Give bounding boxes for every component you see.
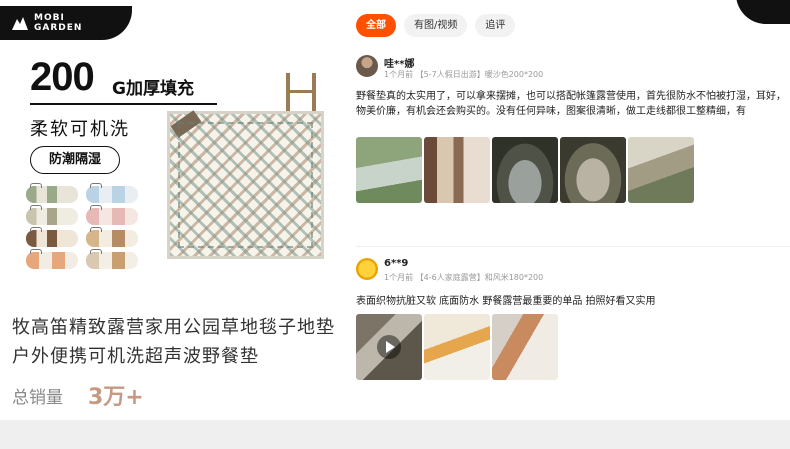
filter-all[interactable]: 全部 xyxy=(356,14,396,37)
feature-washable: 柔软可机洗 xyxy=(30,119,130,140)
color-swatches xyxy=(26,183,138,269)
play-icon[interactable] xyxy=(377,335,401,359)
filter-follow-up[interactable]: 追评 xyxy=(475,14,516,37)
swatch-beige xyxy=(86,249,138,269)
brand-line-2: GARDEN xyxy=(34,23,83,33)
review-photo[interactable] xyxy=(356,137,422,203)
review-meta: 1个月前 【4-6人家庭露营】和风米180*200 xyxy=(384,273,544,282)
brand-logo: MOBI GARDEN xyxy=(0,6,132,40)
hero-number: 200 xyxy=(30,55,95,99)
feature-badge: 防潮隔湿 xyxy=(30,146,120,174)
sales-value: 3万+ xyxy=(88,385,144,410)
hero-unit: G加厚填充 xyxy=(112,79,194,99)
hero-divider xyxy=(30,103,217,105)
review-photos xyxy=(356,137,694,203)
swatch-sand xyxy=(86,227,138,247)
review-username: 6**9 xyxy=(384,258,409,269)
swatch-green xyxy=(26,183,78,203)
mountain-icon xyxy=(12,17,28,30)
review-video[interactable] xyxy=(356,314,422,380)
product-title[interactable]: 牧高笛精致露营家用公园草地毯子地垫户外便携可机洗超声波野餐垫 xyxy=(12,313,342,371)
swatch-olive xyxy=(26,205,78,225)
product-image-mat xyxy=(167,110,324,259)
brand-line-1: MOBI xyxy=(34,13,65,23)
review-text: 表面织物抗脏又软 底面防水 野餐露营最重要的单品 拍照好看又实用 xyxy=(356,296,656,307)
mat-handle xyxy=(286,73,316,113)
swatch-orange xyxy=(26,249,78,269)
review-username: 哇**娜 xyxy=(384,59,415,70)
swatch-brown xyxy=(26,227,78,247)
product-panel: MOBI GARDEN 200 G加厚填充 柔软可机洗 防潮隔湿 牧高笛精致露营… xyxy=(0,0,346,420)
review-photo[interactable] xyxy=(628,137,694,203)
review-photos xyxy=(356,314,558,380)
reviews-panel: 全部 有图/视频 追评 哇**娜 1个月前 【5-7人假日出游】暖沙色200*2… xyxy=(346,0,790,420)
mat-tag xyxy=(170,110,202,138)
review-photo[interactable] xyxy=(424,137,490,203)
filter-with-media[interactable]: 有图/视频 xyxy=(404,14,468,37)
review-item: 哇**娜 1个月前 【5-7人假日出游】暖沙色200*200 野餐垫真的太实用了… xyxy=(356,55,790,245)
review-photo[interactable] xyxy=(492,314,558,380)
avatar[interactable] xyxy=(356,258,378,280)
review-photo[interactable] xyxy=(424,314,490,380)
review-text: 野餐垫真的太实用了，可以拿来摆摊，也可以搭配帐篷露营使用，首先很防水不怕被打湿，… xyxy=(356,91,786,117)
review-meta: 1个月前 【5-7人假日出游】暖沙色200*200 xyxy=(384,70,544,79)
review-photo[interactable] xyxy=(560,137,626,203)
swatch-pink xyxy=(86,205,138,225)
avatar[interactable] xyxy=(356,55,378,77)
review-item: 6**9 1个月前 【4-6人家庭露营】和风米180*200 表面织物抗脏又软 … xyxy=(356,258,790,388)
review-photo[interactable] xyxy=(492,137,558,203)
review-filters: 全部 有图/视频 追评 xyxy=(356,14,516,37)
review-divider xyxy=(356,246,790,247)
sales-label: 总销量 xyxy=(12,388,63,408)
swatch-blue xyxy=(86,183,138,203)
